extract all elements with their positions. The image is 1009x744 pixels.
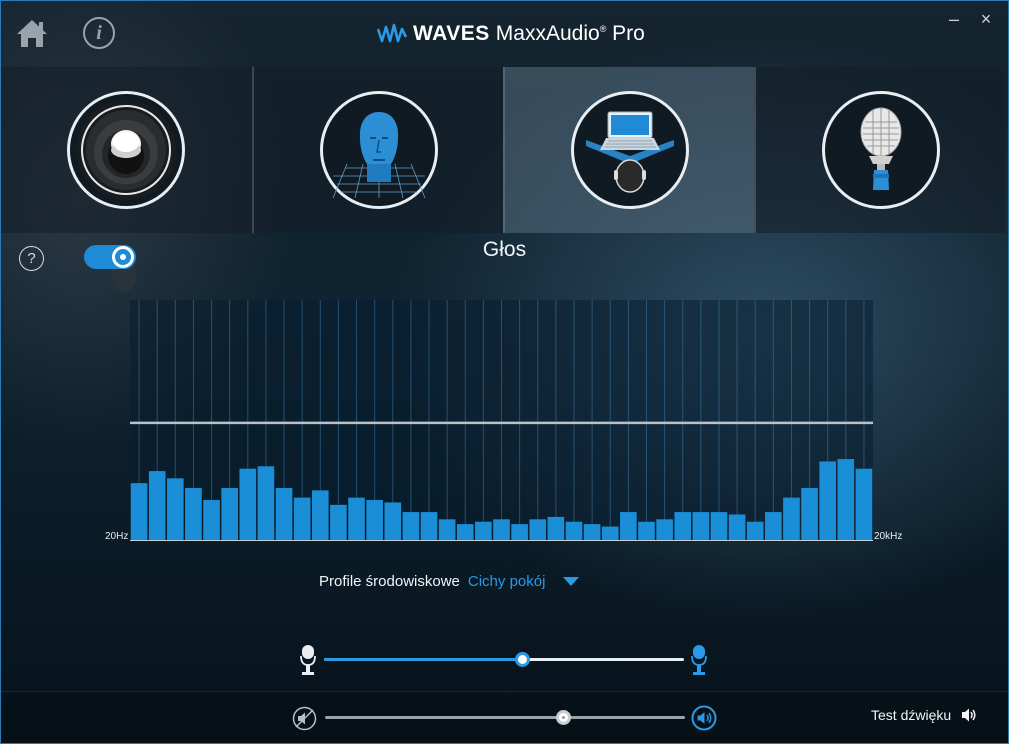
eq-band-bar bbox=[511, 524, 528, 541]
eq-band-bar bbox=[330, 504, 347, 541]
eq-band-bar bbox=[529, 519, 547, 541]
eq-band-bar bbox=[620, 512, 637, 541]
speaker-icon bbox=[67, 91, 185, 209]
laptop-listener-icon bbox=[571, 91, 689, 209]
eq-band-bar bbox=[348, 497, 365, 541]
eq-band-bar bbox=[402, 512, 420, 541]
eq-band-bar bbox=[601, 526, 619, 541]
eq-band-bar bbox=[855, 468, 873, 541]
volume-icon[interactable] bbox=[691, 705, 717, 731]
equalizer-graph bbox=[130, 300, 873, 541]
eq-max-label: 20kHz bbox=[874, 531, 903, 542]
eq-band-bar bbox=[366, 500, 383, 541]
mute-icon[interactable] bbox=[292, 706, 317, 731]
eq-band-bar bbox=[239, 468, 257, 541]
eq-min-label: 20Hz bbox=[105, 531, 129, 542]
head-3d-icon bbox=[320, 91, 438, 209]
tab-speaker[interactable] bbox=[1, 67, 252, 233]
test-sound-label: Test dźwięku bbox=[871, 707, 952, 723]
tab-voice[interactable] bbox=[503, 67, 754, 233]
eq-band-bar bbox=[275, 487, 293, 541]
eq-band-bar bbox=[475, 521, 492, 541]
microphone-omni-icon bbox=[300, 645, 316, 675]
info-icon: i bbox=[96, 21, 102, 44]
eq-band-bar bbox=[221, 487, 238, 541]
eq-band-bar bbox=[783, 497, 800, 541]
eq-band-bar bbox=[765, 512, 782, 541]
product-name: MaxxAudio® Pro bbox=[495, 22, 645, 45]
speaker-icon bbox=[962, 708, 976, 722]
page-title: Głos bbox=[482, 238, 527, 261]
profile-select[interactable]: Cichy pokój bbox=[468, 573, 546, 590]
environment-profile: Profile środowiskowe Cichy pokój bbox=[319, 573, 580, 590]
profile-label: Profile środowiskowe bbox=[319, 573, 460, 590]
eq-band-bar bbox=[692, 512, 710, 541]
eq-band-bar bbox=[438, 519, 456, 541]
waves-logo-icon bbox=[377, 23, 407, 43]
mode-tabs bbox=[1, 67, 1008, 233]
eq-band-bar bbox=[166, 478, 184, 541]
eq-band-bar bbox=[203, 500, 220, 541]
home-icon[interactable] bbox=[15, 17, 49, 49]
eq-band-bar bbox=[638, 521, 655, 541]
microphone-directional-icon bbox=[691, 645, 707, 675]
eq-band-bar bbox=[710, 512, 728, 541]
mic-balance-slider[interactable] bbox=[324, 652, 684, 668]
volume-track bbox=[325, 716, 685, 719]
eq-band-bar bbox=[185, 487, 202, 541]
slider-thumb[interactable] bbox=[515, 652, 530, 667]
app-window: i WAVES MaxxAudio® Pro – × ? Głos 20Hz 2… bbox=[0, 0, 1009, 744]
minimize-button[interactable]: – bbox=[943, 9, 965, 31]
app-logo: WAVES MaxxAudio® Pro bbox=[377, 19, 645, 49]
dropdown-caret-icon[interactable] bbox=[563, 577, 580, 586]
volume-slider[interactable] bbox=[325, 710, 685, 726]
eq-band-bar bbox=[493, 519, 510, 541]
eq-band-bar bbox=[456, 524, 474, 541]
eq-band-bar bbox=[257, 466, 275, 541]
eq-band-bar bbox=[801, 487, 818, 541]
eq-band-bar bbox=[547, 516, 565, 541]
eq-band-bar bbox=[837, 459, 855, 541]
test-sound-button[interactable]: Test dźwięku bbox=[871, 707, 977, 723]
brand-name: WAVES bbox=[413, 22, 490, 45]
equalizer-panel[interactable] bbox=[130, 300, 873, 541]
tab-microphone[interactable] bbox=[754, 67, 1005, 233]
eq-band-bar bbox=[819, 461, 837, 541]
tab-3d-audio[interactable] bbox=[252, 67, 503, 233]
info-button[interactable]: i bbox=[83, 17, 115, 49]
eq-band-bar bbox=[311, 490, 329, 541]
eq-band-bar bbox=[148, 471, 166, 541]
eq-band-bar bbox=[656, 519, 673, 541]
eq-band-bar bbox=[728, 514, 746, 541]
close-button[interactable]: × bbox=[975, 9, 997, 31]
eq-band-bar bbox=[674, 512, 692, 541]
volume-thumb[interactable] bbox=[555, 710, 571, 725]
eq-band-bar bbox=[746, 521, 764, 541]
eq-band-bar bbox=[583, 524, 601, 541]
eq-band-bar bbox=[565, 521, 583, 541]
eq-band-bar bbox=[293, 497, 311, 541]
title-bar: i WAVES MaxxAudio® Pro – × bbox=[1, 1, 1008, 67]
slider-fill bbox=[324, 658, 522, 661]
eq-band-bar bbox=[420, 512, 438, 541]
studio-microphone-icon bbox=[822, 91, 940, 209]
eq-band-bar bbox=[384, 502, 402, 541]
eq-band-bar bbox=[130, 483, 148, 541]
